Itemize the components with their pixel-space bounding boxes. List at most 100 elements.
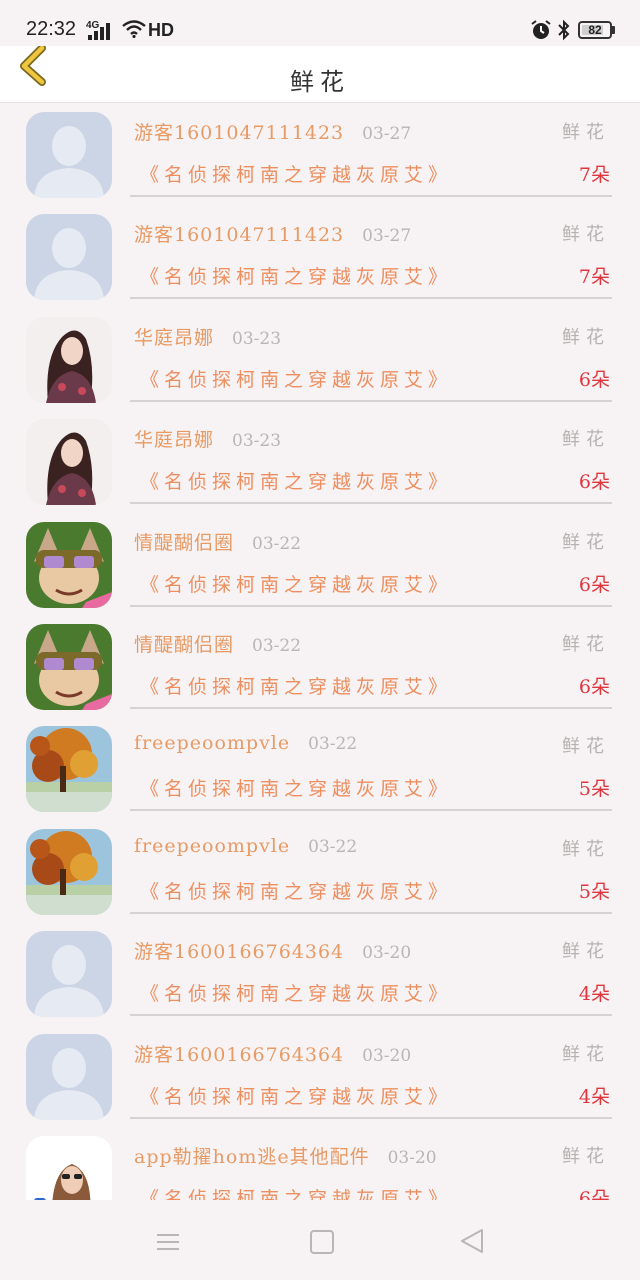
divider	[130, 297, 612, 300]
flower-count: 4朵	[578, 1085, 610, 1108]
book-title[interactable]: 《名侦探柯南之穿越灰原艾》	[140, 467, 452, 494]
avatar[interactable]	[26, 214, 112, 301]
sender-name-text: 情醍醐侣圈	[134, 531, 235, 554]
avatar[interactable]	[26, 521, 112, 608]
divider	[130, 604, 612, 607]
gift-type: 鲜花	[562, 429, 610, 451]
sender-name-text: freepeoompvle	[134, 732, 291, 755]
divider	[130, 707, 612, 709]
list-item[interactable]: 游客1601047111423 03-27 鲜花 《名侦探柯南之穿越灰原艾》 7朵	[0, 110, 640, 212]
flower-count: 6朵	[578, 573, 610, 596]
girl-sunglasses-avatar	[26, 1136, 112, 1200]
gift-date: 03-27	[362, 124, 412, 144]
signal-icon	[88, 22, 114, 40]
sender-name-text: 情醍醐侣圈	[134, 634, 235, 656]
avatar[interactable]	[26, 316, 112, 403]
book-title[interactable]: 《名侦探柯南之穿越灰原艾》	[140, 160, 452, 187]
gift-type: 鲜花	[562, 122, 610, 143]
sender-name: app勒擢hom逃e其他配件 03-20	[134, 1142, 437, 1169]
avatar[interactable]	[26, 931, 112, 1018]
gift-date: 03-22	[308, 734, 358, 755]
book-title[interactable]: 《名侦探柯南之穿越灰原艾》	[140, 979, 452, 1006]
sender-name-text: app勒擢hom逃e其他配件	[134, 1146, 370, 1168]
avatar[interactable]	[26, 828, 112, 915]
sender-name: freepeoompvle 03-22	[134, 835, 357, 857]
divider	[130, 1116, 612, 1119]
divider	[130, 911, 612, 914]
book-title[interactable]: 《名侦探柯南之穿越灰原艾》	[140, 774, 452, 801]
flower-count: 6朵	[578, 368, 610, 391]
sender-name-text: 游客1600166764364	[134, 1043, 345, 1066]
flower-count: 5朵	[578, 880, 610, 903]
sender-name: 游客1601047111423 03-27	[134, 118, 411, 145]
default-avatar-icon	[26, 1033, 112, 1120]
gift-type: 鲜花	[562, 1043, 610, 1065]
sender-name: freepeoompvle 03-22	[134, 732, 357, 754]
book-title[interactable]: 《名侦探柯南之穿越灰原艾》	[140, 570, 452, 597]
divider	[130, 502, 612, 505]
list-item[interactable]: freepeoompvle 03-22 鲜花《名侦探柯南之穿越灰原艾》 5朵	[0, 724, 640, 826]
bluetooth-icon	[558, 19, 570, 41]
avatar[interactable]	[26, 1033, 112, 1120]
battery-icon: 82	[578, 21, 612, 39]
book-title[interactable]: 《名侦探柯南之穿越灰原艾》	[140, 672, 452, 699]
list-item[interactable]: 游客1601047111423 03-27 鲜花 《名侦探柯南之穿越灰原艾》 7朵	[0, 212, 640, 314]
gift-type: 鲜花	[562, 224, 610, 246]
flower-count: 6朵	[578, 676, 610, 698]
gift-type: 鲜花	[562, 736, 610, 758]
flower-count: 6朵	[578, 471, 610, 494]
hd-label: HD	[148, 20, 174, 40]
list-item[interactable]: 情醍醐侣圈 03-22 鲜花 《名侦探柯南之穿越灰原艾》 6朵	[0, 520, 640, 622]
autumn-tree-avatar	[26, 726, 112, 813]
list-item[interactable]: 华庭昂娜 03-23 鲜花《名侦探柯南之穿越灰原艾》 6朵	[0, 417, 640, 519]
list-item[interactable]: 情醍醐侣圈 03-22 鲜花《名侦探柯南之穿越灰原艾》 6朵	[0, 622, 640, 724]
gift-date: 03-20	[362, 1045, 412, 1066]
menu-icon[interactable]	[156, 1232, 180, 1252]
system-nav-bar	[0, 1200, 640, 1280]
sender-name: 游客1600166764364 03-20	[134, 1040, 411, 1067]
title-bar: 鲜花	[0, 44, 640, 103]
flower-count: 6朵	[578, 1188, 610, 1200]
avatar[interactable]	[26, 624, 112, 710]
flower-count: 5朵	[578, 778, 610, 801]
gift-type: 鲜花	[562, 634, 610, 655]
list-item[interactable]: freepeoompvle 03-22 鲜花《名侦探柯南之穿越灰原艾》 5朵	[0, 827, 640, 929]
woman-photo-avatar	[26, 419, 112, 506]
default-avatar-icon	[26, 931, 112, 1018]
book-title[interactable]: 《名侦探柯南之穿越灰原艾》	[140, 1082, 452, 1109]
gift-date: 03-22	[308, 836, 358, 857]
divider	[130, 1014, 612, 1017]
avatar[interactable]	[26, 112, 112, 198]
cartoon-character-avatar	[26, 624, 112, 710]
sender-name: 情醍醐侣圈 03-22	[134, 630, 301, 657]
divider	[130, 809, 612, 812]
autumn-tree-avatar	[26, 828, 112, 915]
sender-name-text: 游客1601047111423	[134, 122, 345, 144]
home-square-icon[interactable]	[310, 1230, 334, 1254]
flower-count: 4朵	[578, 983, 610, 1006]
page-title: 鲜花	[290, 68, 350, 96]
book-title[interactable]: 《名侦探柯南之穿越灰原艾》	[140, 262, 452, 289]
sender-name: 游客1601047111423 03-27	[134, 220, 411, 247]
gift-date: 03-20	[387, 1148, 437, 1168]
avatar[interactable]	[26, 726, 112, 813]
list-item[interactable]: 华庭昂娜 03-23 鲜花 《名侦探柯南之穿越灰原艾》 6朵	[0, 315, 640, 417]
default-avatar-icon	[26, 214, 112, 301]
book-title[interactable]: 《名侦探柯南之穿越灰原艾》	[140, 365, 452, 392]
alarm-icon	[531, 20, 551, 39]
list-item[interactable]: app勒擢hom逃e其他配件 03-20 鲜花 《名侦探柯南之穿越灰原艾》 6朵	[0, 1134, 640, 1200]
divider	[130, 399, 612, 402]
book-title[interactable]: 《名侦探柯南之穿越灰原艾》	[140, 877, 452, 904]
list-item[interactable]: 游客1600166764364 03-20 鲜花 《名侦探柯南之穿越灰原艾》 4朵	[0, 929, 640, 1031]
avatar[interactable]	[26, 419, 112, 506]
back-triangle-icon[interactable]	[460, 1228, 484, 1254]
gift-date: 03-22	[252, 533, 302, 554]
gift-type: 鲜花	[562, 941, 610, 963]
list-item[interactable]: 游客1600166764364 03-20 鲜花《名侦探柯南之穿越灰原艾》 4朵	[0, 1032, 640, 1134]
gift-type: 鲜花	[562, 838, 610, 860]
wifi-icon	[122, 20, 146, 38]
sender-name: 华庭昂娜 03-23	[134, 425, 281, 452]
avatar[interactable]	[26, 1136, 112, 1200]
sender-name-text: 华庭昂娜	[134, 429, 215, 452]
book-title[interactable]: 《名侦探柯南之穿越灰原艾》	[140, 1184, 452, 1200]
